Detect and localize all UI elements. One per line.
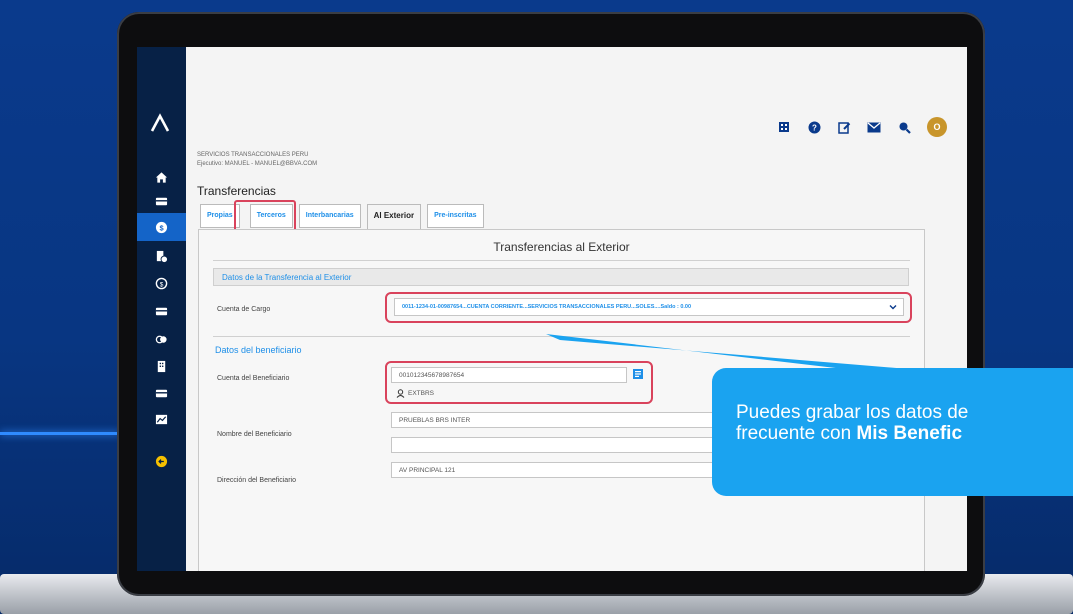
company-name: SERVICIOS TRANSACCIONALES PERU — [197, 152, 309, 158]
callout-tooltip: Puedes grabar los datos de frecuente con… — [712, 368, 1073, 496]
callout-line-1: Puedes grabar los datos de — [736, 402, 969, 423]
nombre-beneficiario-input-2[interactable] — [391, 437, 725, 453]
dollar-circle-icon: $ — [155, 277, 168, 289]
executive-info: Ejecutivo: MANUEL - MANUEL@BBVA.COM — [197, 161, 318, 167]
background-glow-line-left — [0, 432, 120, 435]
topbar-icons: ? O — [777, 117, 947, 137]
tab-interbancarias[interactable]: Interbancarias — [298, 204, 361, 228]
file-money-icon — [156, 250, 168, 263]
help-icon[interactable]: ? — [807, 120, 821, 134]
mail-icon[interactable] — [867, 120, 881, 134]
sidebar-item-credit[interactable] — [137, 379, 186, 407]
callout-line-2: frecuente con Mis Benefic — [736, 423, 1073, 444]
cuenta-beneficiario-label: Cuenta del Beneficiario — [217, 375, 290, 382]
company-info: SERVICIOS TRANSACCIONALES PERU Ejecutivo… — [197, 151, 317, 169]
cuenta-cargo-highlight — [385, 292, 912, 323]
cuenta-cargo-label: Cuenta de Cargo — [217, 306, 271, 313]
sidebar-item-transfers[interactable]: $ — [137, 213, 186, 241]
building-icon — [157, 360, 166, 372]
search-icon[interactable] — [897, 120, 911, 134]
sidebar-item-cards[interactable] — [137, 297, 186, 325]
money-icon: $ — [155, 221, 168, 233]
direccion-beneficiario-input[interactable]: AV PRINCIPAL 121 — [391, 462, 725, 478]
sidebar-item-payments[interactable] — [137, 242, 186, 270]
sidebar-item-exit[interactable] — [137, 447, 186, 475]
cuenta-beneficiario-highlight — [385, 361, 653, 404]
tab-al-exterior[interactable]: Al Exterior — [366, 204, 422, 230]
chart-icon — [155, 414, 168, 424]
nombre-beneficiario-label: Nombre del Beneficiario — [217, 431, 292, 438]
building-icon[interactable] — [777, 120, 791, 134]
section-beneficiary: Datos del beneficiario — [215, 345, 302, 355]
exit-icon — [155, 455, 168, 467]
panel-title: Transferencias al Exterior — [493, 240, 630, 254]
section-transfer-data: Datos de la Transferencia al Exterior — [213, 268, 909, 286]
home-icon — [155, 171, 168, 183]
sidebar-item-investments[interactable]: $ — [137, 269, 186, 297]
tab-pre-inscritas[interactable]: Pre-inscritas — [427, 204, 484, 228]
sidebar-item-reports[interactable] — [137, 405, 186, 433]
toggle-icon — [155, 335, 167, 343]
edit-icon[interactable] — [837, 120, 851, 134]
sidebar-item-company[interactable] — [137, 352, 186, 380]
sidebar-item-accounts[interactable] — [137, 187, 186, 215]
nombre-beneficiario-input[interactable]: PRUEBLAS BRS INTER — [391, 412, 725, 428]
divider — [213, 336, 910, 337]
card-icon — [155, 197, 168, 205]
direccion-beneficiario-label: Dirección del Beneficiario — [217, 477, 296, 484]
divider — [213, 260, 910, 261]
svg-text:$: $ — [160, 281, 164, 288]
avatar[interactable]: O — [927, 117, 947, 137]
card-icon — [155, 389, 168, 397]
logo-icon — [150, 113, 170, 132]
page-title: Transferencias — [197, 184, 276, 198]
svg-text:?: ? — [812, 123, 817, 132]
sidebar: $ $ — [137, 47, 186, 571]
callout-line-2-bold: Mis Benefic — [856, 423, 963, 444]
callout-line-2-prefix: frecuente con — [736, 423, 857, 444]
card-icon — [155, 307, 168, 315]
sidebar-item-exchange[interactable] — [137, 325, 186, 353]
